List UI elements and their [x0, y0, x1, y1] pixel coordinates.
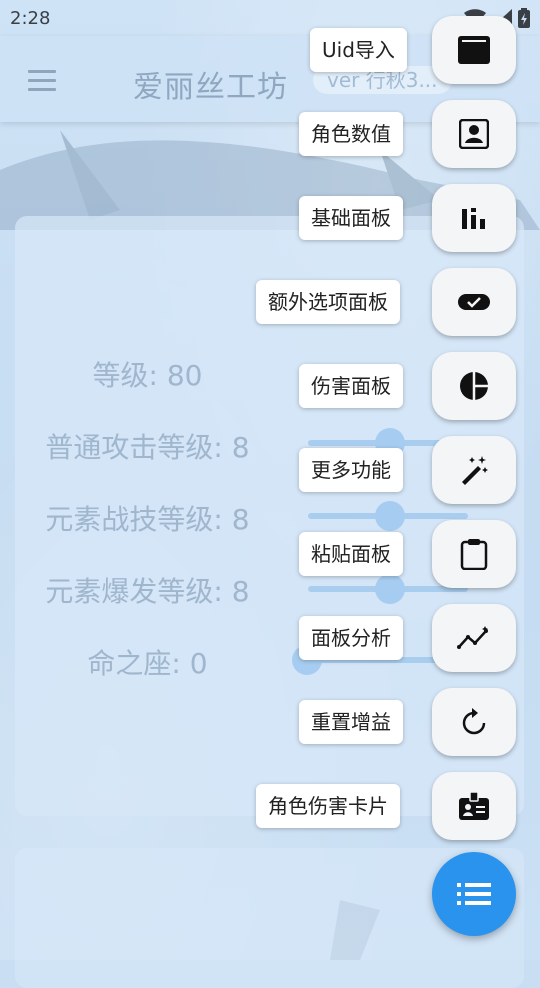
list-icon	[457, 883, 491, 905]
analytics-icon	[457, 626, 488, 649]
reset-buffs-button[interactable]	[432, 688, 516, 756]
action-extra-options-panel[interactable]: 额外选项面板	[0, 268, 540, 338]
refresh-icon	[462, 708, 486, 735]
toggle-check-icon	[458, 294, 490, 310]
action-label[interactable]: 额外选项面板	[256, 280, 400, 324]
paste-panel-button[interactable]	[432, 520, 516, 588]
action-label[interactable]: 角色数值	[299, 112, 403, 156]
account-box-icon	[459, 119, 489, 149]
action-character-damage-card[interactable]: 角色伤害卡片	[0, 772, 540, 842]
action-character-stats[interactable]: 角色数值	[0, 100, 540, 170]
action-uid-import[interactable]: Uid导入	[0, 16, 540, 86]
action-label[interactable]: 基础面板	[299, 196, 403, 240]
uid-import-button[interactable]	[432, 16, 516, 84]
more-features-button[interactable]	[432, 436, 516, 504]
character-damage-card-button[interactable]	[432, 772, 516, 840]
web-asset-icon	[458, 36, 490, 64]
action-label[interactable]: 面板分析	[299, 616, 403, 660]
action-label[interactable]: 伤害面板	[299, 364, 403, 408]
action-label[interactable]: Uid导入	[310, 28, 407, 72]
magic-wand-icon	[462, 456, 488, 485]
character-stats-button[interactable]	[432, 100, 516, 168]
action-base-panel[interactable]: 基础面板	[0, 184, 540, 254]
action-label[interactable]: 角色伤害卡片	[256, 784, 400, 828]
action-panel-analysis[interactable]: 面板分析	[0, 604, 540, 674]
action-reset-buffs[interactable]: 重置增益	[0, 688, 540, 758]
pie-chart-icon	[460, 372, 488, 400]
action-label[interactable]: 更多功能	[299, 448, 403, 492]
bar-chart-icon	[462, 208, 485, 229]
action-paste-panel[interactable]: 粘贴面板	[0, 520, 540, 590]
action-label[interactable]: 粘贴面板	[299, 532, 403, 576]
action-label[interactable]: 重置增益	[299, 700, 403, 744]
panel-analysis-button[interactable]	[432, 604, 516, 672]
badge-icon	[459, 791, 489, 820]
clipboard-icon	[460, 539, 488, 570]
action-damage-panel[interactable]: 伤害面板	[0, 352, 540, 422]
action-more-features[interactable]: 更多功能	[0, 436, 540, 506]
damage-panel-button[interactable]	[432, 352, 516, 420]
extra-options-panel-button[interactable]	[432, 268, 516, 336]
base-panel-button[interactable]	[432, 184, 516, 252]
speed-dial-fab[interactable]	[432, 852, 516, 936]
